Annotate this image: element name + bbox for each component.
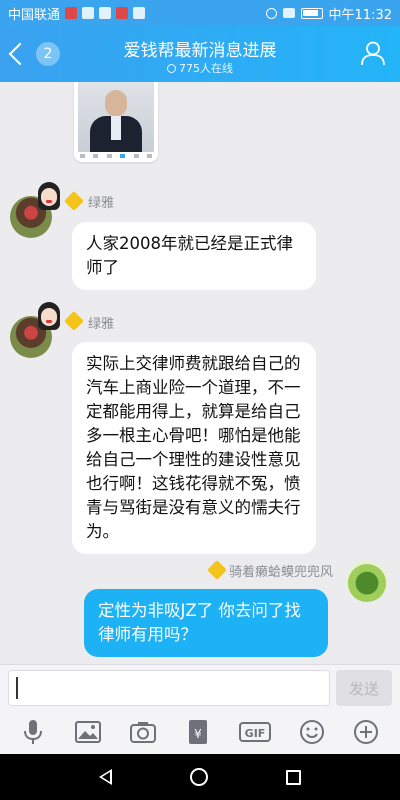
clock: 中午11:32 (328, 7, 392, 23)
camera-icon[interactable] (128, 717, 158, 747)
red-packet-icon[interactable]: ¥ (183, 717, 213, 747)
text-caret (16, 677, 18, 699)
carrier-label: 中国联通 (8, 7, 61, 23)
sender-name: 绿雅 (88, 317, 115, 332)
portrait-photo (78, 82, 154, 152)
battery-icon (300, 7, 323, 19)
emoji-icon[interactable] (297, 717, 327, 747)
app-icon (116, 7, 129, 19)
nav-back-icon[interactable] (99, 769, 112, 785)
alarm-icon (265, 7, 277, 19)
message-input[interactable] (8, 670, 330, 706)
avatar-decoration (36, 180, 62, 216)
notification-icon (65, 7, 78, 19)
online-status: 775人在线 (0, 60, 400, 76)
chat-header: 2 爱钱帮最新消息进展 775人在线 (0, 26, 400, 82)
status-bar: 中国联通 中午11:32 (0, 0, 400, 26)
avatar[interactable] (346, 560, 388, 602)
input-bar: 发送 (0, 664, 400, 710)
member-badge-icon (207, 560, 227, 580)
member-badge-icon (64, 191, 84, 211)
app-icon (133, 7, 146, 19)
avatar-decoration (36, 300, 62, 336)
gif-label: GIF (244, 727, 265, 740)
nav-home-icon[interactable] (190, 768, 208, 786)
group-members-icon[interactable] (360, 40, 386, 66)
nav-recent-icon[interactable] (286, 769, 301, 785)
system-nav-bar (0, 754, 400, 800)
plus-icon[interactable] (351, 717, 381, 747)
wechat-icon (82, 7, 95, 19)
input-toolbar: ¥ GIF (0, 710, 400, 754)
member-badge-icon (64, 311, 84, 331)
microphone-icon[interactable] (18, 717, 48, 747)
message-bubble[interactable]: 实际上交律师费就跟给自己的汽车上商业险一个道理，不一定都能用得上，就算是给自己多… (72, 342, 316, 554)
gif-icon[interactable]: GIF (238, 717, 272, 747)
online-icon (167, 64, 176, 73)
yen-label: ¥ (194, 727, 202, 741)
app-icon (99, 7, 112, 19)
message-list[interactable]: 绿雅 人家2008年就已经是正式律师了 绿雅 实际上交律师费就跟给自己的汽车上商… (0, 82, 400, 664)
image-message[interactable] (74, 82, 158, 162)
signal-icon (282, 8, 295, 18)
send-button[interactable]: 发送 (336, 670, 392, 706)
page-title: 爱钱帮最新消息进展 (123, 41, 277, 61)
image-icon[interactable] (73, 717, 103, 747)
message-bubble[interactable]: 人家2008年就已经是正式律师了 (72, 222, 316, 290)
sender-name: 绿雅 (88, 196, 115, 211)
online-count: 775人在线 (179, 62, 233, 75)
sender-name: 骑着癞蛤蟆兜兜风 (229, 565, 334, 580)
message-bubble[interactable]: 定性为非吸JZ了 你去问了找律师有用吗？ (84, 589, 328, 657)
